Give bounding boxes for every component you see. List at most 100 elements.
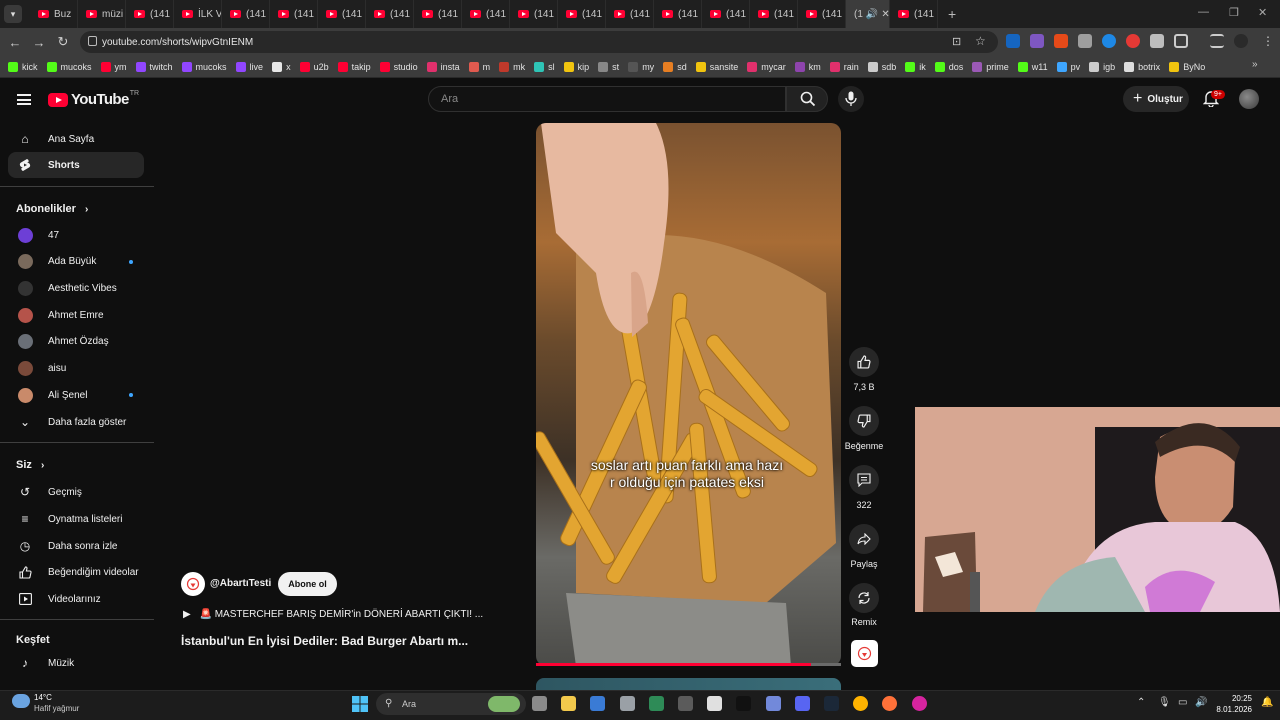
back-icon[interactable]: ← <box>3 35 27 50</box>
subscription-item[interactable]: aisu <box>8 356 144 382</box>
browser-tab[interactable]: (141 <box>222 0 270 28</box>
bookmark-item[interactable]: rain <box>829 61 859 72</box>
browser-tab[interactable]: (141 <box>654 0 702 28</box>
bookmark-item[interactable]: ym <box>100 61 127 72</box>
bookmark-item[interactable]: m <box>468 61 490 72</box>
network-icon[interactable]: ▭ <box>1178 697 1187 708</box>
install-app-icon[interactable]: ⊡ <box>952 35 961 48</box>
forward-icon[interactable]: → <box>27 35 51 50</box>
bookmarks-overflow-icon[interactable]: » <box>1252 59 1258 70</box>
subscription-item[interactable]: Ahmet Emre <box>8 302 144 328</box>
bookmark-item[interactable]: my <box>628 61 654 72</box>
weather-description[interactable]: Hafif yağmur <box>34 704 79 713</box>
notification-center-icon[interactable]: 🔔 <box>1261 697 1273 708</box>
extension-icon[interactable] <box>1150 34 1164 48</box>
browser-menu-icon[interactable]: ⋮ <box>1262 34 1274 48</box>
address-bar[interactable]: youtube.com/shorts/wipvGtnIENM ⊡ ☆ <box>80 31 998 53</box>
sidebar-item-shorts[interactable]: Shorts <box>8 152 144 178</box>
app-icon[interactable] <box>736 696 752 711</box>
bookmark-item[interactable]: mucoks <box>46 61 92 72</box>
browser-tab[interactable]: (141 <box>126 0 174 28</box>
store-icon[interactable] <box>590 696 606 711</box>
epic-icon[interactable] <box>707 696 723 711</box>
bookmark-item[interactable]: sl <box>534 61 555 72</box>
browser-tab[interactable]: müzi <box>78 0 126 28</box>
bookmark-item[interactable]: studio <box>379 61 418 72</box>
extension-icon[interactable] <box>1054 34 1068 48</box>
site-info-icon[interactable] <box>88 36 97 46</box>
browser-tab-active[interactable]: (1 🔊 ✕ <box>846 0 890 28</box>
playlist-link[interactable]: ▶ 🚨 MASTERCHEF BARIŞ DEMİR'in DÖNERİ ABA… <box>183 609 483 620</box>
search-button[interactable] <box>786 86 828 112</box>
browser-tab[interactable]: (141 <box>462 0 510 28</box>
bookmark-item[interactable]: sdb <box>867 61 896 72</box>
close-tab-icon[interactable]: ✕ <box>881 9 889 20</box>
subscription-item[interactable]: Ali Şenel <box>8 382 144 408</box>
account-avatar[interactable] <box>1239 89 1259 109</box>
file-explorer-icon[interactable] <box>561 696 577 711</box>
subscribe-button[interactable]: Abone ol <box>278 572 337 596</box>
sidebar-item-your-videos[interactable]: Videolarınız <box>8 586 144 612</box>
next-short-preview[interactable] <box>536 678 841 690</box>
settings-icon[interactable] <box>619 696 635 711</box>
bookmark-item[interactable]: sansite <box>695 61 738 72</box>
extension-icon[interactable] <box>1126 34 1140 48</box>
task-view-icon[interactable] <box>532 696 547 711</box>
tray-overflow-icon[interactable]: ⌃ <box>1137 697 1145 708</box>
bookmark-item[interactable]: w11 <box>1017 61 1048 72</box>
sidebar-item-home[interactable]: ⌂ Ana Sayfa <box>8 126 144 152</box>
bookmark-item[interactable]: dos <box>934 61 963 72</box>
youtube-logo[interactable]: YouTube TR <box>48 90 139 108</box>
obs-icon[interactable] <box>678 696 693 711</box>
dislike-button[interactable] <box>849 406 879 436</box>
extension-icon[interactable] <box>1102 34 1116 48</box>
browser-tab[interactable]: (141 <box>702 0 750 28</box>
video-progress-bar[interactable] <box>536 663 811 666</box>
app-icon[interactable] <box>765 696 781 711</box>
maximize-button[interactable]: ❐ <box>1229 6 1239 19</box>
extension-icon[interactable] <box>1030 34 1044 48</box>
weather-temperature[interactable]: 14°C <box>34 693 52 702</box>
sidebar-item-liked-videos[interactable]: Beğendiğim videolar <box>8 559 144 585</box>
video-progress-remaining[interactable] <box>811 663 841 666</box>
sidebar-item-history[interactable]: ↺ Geçmiş <box>8 479 144 505</box>
browser-tab[interactable]: (141 <box>606 0 654 28</box>
browser-tab[interactable]: (141 <box>366 0 414 28</box>
bookmark-item[interactable]: mucoks <box>181 61 227 72</box>
gaming-icon[interactable] <box>648 696 664 711</box>
sidebar-item-music[interactable]: ♪ Müzik <box>8 650 144 676</box>
weather-rain-icon[interactable] <box>12 694 30 708</box>
extension-icon[interactable] <box>1078 34 1092 48</box>
browser-tab[interactable]: (141 <box>414 0 462 28</box>
you-header[interactable]: Siz › <box>16 459 44 471</box>
bookmark-item[interactable]: x <box>272 61 291 72</box>
bookmark-item[interactable]: kip <box>563 61 589 72</box>
bookmark-item[interactable]: mk <box>499 61 525 72</box>
like-button[interactable] <box>849 347 879 377</box>
browser-tab[interactable]: (141 <box>318 0 366 28</box>
bookmark-item[interactable]: prime <box>972 61 1009 72</box>
channel-avatar[interactable] <box>181 572 205 596</box>
bookmark-item[interactable]: botrix <box>1124 61 1160 72</box>
subscriptions-header[interactable]: Abonelikler › <box>16 203 88 215</box>
bookmark-item[interactable]: insta <box>426 61 460 72</box>
share-button[interactable] <box>849 524 879 554</box>
tray-mic-icon[interactable]: 🎙 <box>1158 697 1171 708</box>
channel-thumbnail[interactable] <box>851 640 878 667</box>
browser-tab[interactable]: (141 <box>510 0 558 28</box>
bookmark-item[interactable]: ik <box>905 61 926 72</box>
extension-icon[interactable] <box>1006 34 1020 48</box>
bookmark-item[interactable]: ByNo <box>1169 61 1205 72</box>
bookmark-item[interactable]: st <box>598 61 619 72</box>
close-window-button[interactable]: ✕ <box>1258 6 1267 19</box>
bookmark-item[interactable]: takip <box>337 61 371 72</box>
subscription-item[interactable]: Aesthetic Vibes <box>8 275 144 301</box>
extensions-puzzle-icon[interactable] <box>1174 34 1188 48</box>
browser-tab[interactable]: Buz <box>30 0 78 28</box>
start-button[interactable] <box>352 696 368 712</box>
tab-search-button[interactable]: ▾ <box>4 5 22 23</box>
bookmark-item[interactable]: u2b <box>299 61 329 72</box>
subscription-item[interactable]: Ada Büyük <box>8 249 144 275</box>
menu-icon[interactable] <box>17 94 31 105</box>
profile-icon[interactable] <box>1234 34 1248 48</box>
